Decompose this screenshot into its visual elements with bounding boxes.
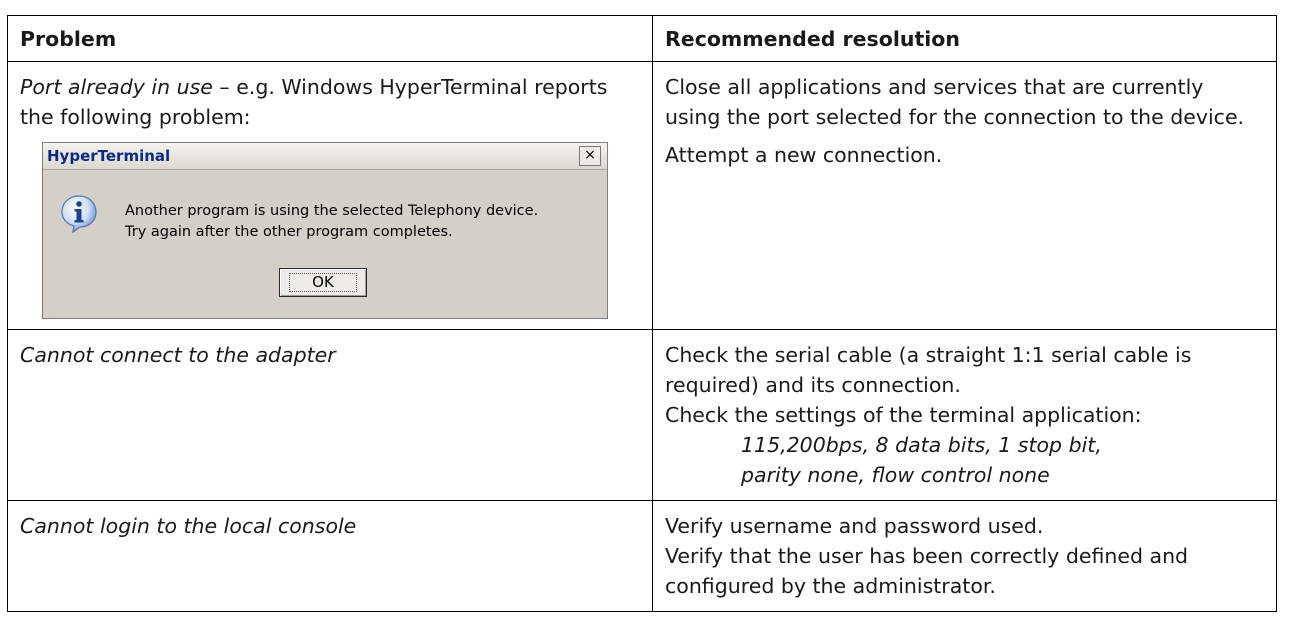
- ok-button[interactable]: OK: [279, 268, 367, 297]
- table-row: Cannot login to the local console Verify…: [7, 500, 1277, 612]
- resolution-text: Verify username and password used.: [665, 514, 1044, 538]
- resolution-text: Close all applications and services that…: [665, 75, 1245, 129]
- hyperterminal-dialog: HyperTerminal × Another program is using…: [42, 142, 608, 319]
- resolution-text: Verify that the user has been correctly …: [665, 544, 1189, 598]
- resolution-cell: Close all applications and services that…: [652, 61, 1277, 330]
- settings-text: parity none, flow control none: [741, 463, 1050, 487]
- troubleshooting-table: Problem Recommended resolution Port alre…: [7, 15, 1277, 612]
- dialog-message-line2: Try again after the other program comple…: [125, 224, 453, 240]
- table-header-row: Problem Recommended resolution: [7, 15, 1277, 62]
- resolution-cell: Verify username and password used. Verif…: [652, 500, 1277, 612]
- settings-text: 115,200bps, 8 data bits, 1 stop bit,: [741, 433, 1102, 457]
- info-icon: [61, 195, 97, 233]
- dialog-title: HyperTerminal: [47, 147, 171, 165]
- resolution-cell: Check the serial cable (a straight 1:1 s…: [652, 329, 1277, 501]
- problem-cell: Cannot login to the local console: [7, 500, 653, 612]
- resolution-text: Check the settings of the terminal appli…: [665, 403, 1142, 427]
- problem-cell: Cannot connect to the adapter: [7, 329, 653, 501]
- close-icon[interactable]: ×: [579, 146, 601, 166]
- dialog-message-line1: Another program is using the selected Te…: [125, 203, 539, 219]
- table-row: Cannot connect to the adapter Check the …: [7, 329, 1277, 501]
- ok-button-label: OK: [289, 273, 357, 292]
- dialog-title-bar: HyperTerminal ×: [43, 143, 607, 170]
- resolution-text: Check the serial cable (a straight 1:1 s…: [665, 343, 1192, 397]
- table-row: Port already in use – e.g. Windows Hyper…: [7, 61, 1277, 330]
- problem-title: Port already in use: [20, 75, 213, 99]
- dialog-message: Another program is using the selected Te…: [125, 201, 538, 243]
- header-problem: Problem: [7, 15, 653, 62]
- problem-cell: Port already in use – e.g. Windows Hyper…: [7, 61, 653, 330]
- resolution-text: Attempt a new connection.: [665, 143, 943, 167]
- header-resolution: Recommended resolution: [652, 15, 1277, 62]
